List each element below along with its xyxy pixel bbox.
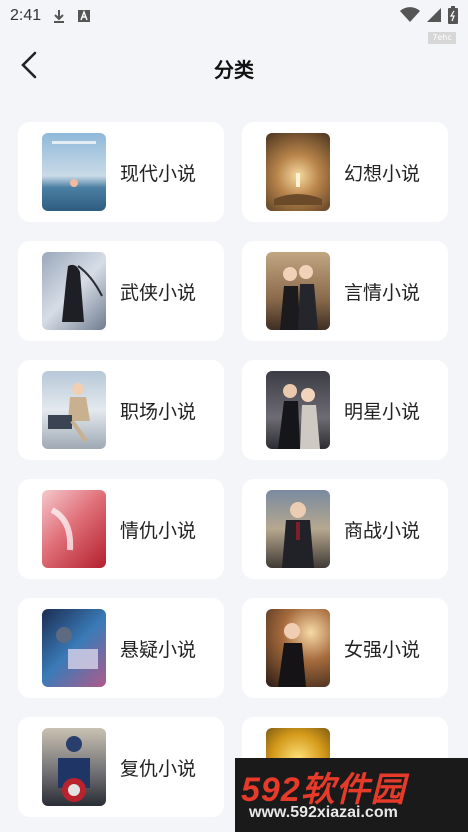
book-cover [266, 371, 330, 449]
category-label: 情仇小说 [120, 519, 197, 542]
category-card-mystery[interactable]: 悬疑小说 [18, 598, 224, 698]
book-cover [42, 490, 106, 568]
category-label: 明星小说 [344, 400, 421, 423]
signal-icon [426, 7, 442, 27]
category-card-revenge[interactable]: 复仇小说 [18, 717, 224, 817]
category-card-vendetta[interactable]: 情仇小说 [18, 479, 224, 579]
category-label: 复仇小说 [120, 757, 197, 780]
book-cover [266, 609, 330, 687]
category-card-workplace[interactable]: 职场小说 [18, 360, 224, 460]
book-cover [42, 609, 106, 687]
header: 分类 [0, 46, 468, 90]
book-cover [266, 490, 330, 568]
category-label: 商战小说 [344, 519, 421, 542]
page-title: 分类 [214, 58, 254, 82]
a-badge-icon [77, 9, 91, 23]
site-watermark: 592软件园 www.592xiazai.com [235, 758, 468, 832]
category-card-fantasy[interactable]: 幻想小说 [242, 122, 448, 222]
book-cover [42, 371, 106, 449]
category-card-modern[interactable]: 现代小说 [18, 122, 224, 222]
book-cover [266, 252, 330, 330]
book-cover [42, 133, 106, 211]
category-label: 幻想小说 [344, 162, 421, 185]
book-cover [42, 728, 106, 806]
category-card-business[interactable]: 商战小说 [242, 479, 448, 579]
category-label: 悬疑小说 [120, 638, 197, 661]
watermark-url: www.592xiazai.com [249, 804, 398, 821]
book-cover [42, 252, 106, 330]
category-label: 职场小说 [120, 400, 197, 423]
category-label: 女强小说 [344, 638, 421, 661]
category-card-strong-female[interactable]: 女强小说 [242, 598, 448, 698]
battery-icon [448, 6, 458, 28]
category-card-wuxia[interactable]: 武侠小说 [18, 241, 224, 341]
status-bar: 2:41 [0, 0, 468, 32]
download-icon [51, 8, 67, 24]
category-label: 言情小说 [344, 281, 421, 304]
category-label: 现代小说 [120, 162, 197, 185]
status-tag: 7ehc [428, 32, 456, 44]
status-time: 2:41 [10, 7, 42, 24]
wifi-icon [400, 7, 420, 27]
category-label: 武侠小说 [120, 281, 197, 304]
category-card-celebrity[interactable]: 明星小说 [242, 360, 448, 460]
category-card-romance[interactable]: 言情小说 [242, 241, 448, 341]
book-cover [266, 133, 330, 211]
